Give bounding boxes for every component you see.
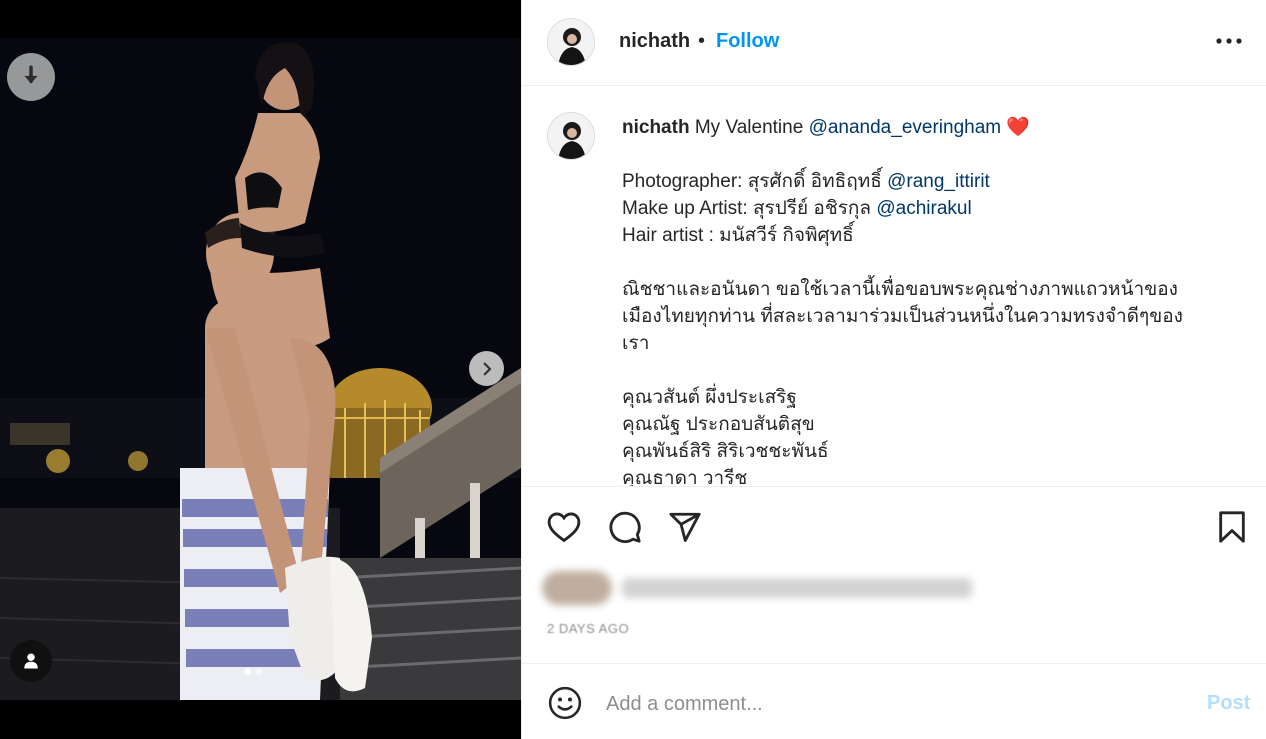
post-photo[interactable] [0,38,521,700]
photo-illustration [0,38,521,700]
credit-text: Photographer: สุรศักดิ์ อิทธิฤทธิ์ [622,171,882,192]
mention-link[interactable]: @rang_ittirit [887,171,990,192]
author-avatar[interactable] [547,18,595,66]
carousel-dot-1 [244,668,251,675]
credit-text: Make up Artist: สุรปรีย์ อชิรกุล [622,198,872,219]
smiley-icon [548,686,582,720]
carousel-indicator [244,668,262,675]
heart-icon [547,512,581,543]
post-media-panel [0,0,521,739]
chevron-right-icon [483,362,491,375]
credit-hair: Hair artist : มนัสวีร์ กิจพิศุทธิ์ [622,225,854,246]
comment-button[interactable] [607,509,643,545]
mention-link[interactable]: @ananda_everingham [809,117,1002,138]
mention-link[interactable]: @achirakul [876,198,971,219]
carousel-next-button[interactable] [469,351,504,386]
emoji-button[interactable] [547,685,583,721]
avatar-image [548,19,594,65]
post-timestamp: 2 DAYS AGO [547,621,630,636]
liker-avatars [542,571,612,605]
red-heart-emoji: ❤️ [1006,117,1031,138]
add-comment-bar: Post [522,663,1266,739]
credit-makeup: Make up Artist: สุรปรีย์ อชิรกุล @achira… [622,195,1232,222]
avatar-image [548,113,594,159]
thanks-name: คุณพันธ์สิริ สิริเวชชะพันธ์ [622,441,829,462]
post-actions-bar [522,488,1266,548]
save-button[interactable] [1214,509,1250,545]
more-options-button[interactable] [1214,28,1244,54]
thanks-line: ณิชชาและอนันดา ขอใช้เวลานี้เพื่อขอบพระคุ… [622,279,1178,300]
carousel-dot-2 [255,668,262,675]
bookmark-icon [1219,511,1245,543]
thanks-name: คุณวสันต์ ผึ่งประเสริฐ [622,387,797,408]
thanks-name: คุณณัฐ ประกอบสันติสุข [622,414,815,435]
comment-input[interactable] [606,689,1166,719]
like-button[interactable] [546,509,582,545]
instagram-post-modal: nichath • Follow nichath My Valentine @a… [0,0,1266,739]
thanks-line: เมืองไทยทุกท่าน ที่สละเวลามาร่วมเป็นส่วน… [622,306,1183,327]
comment-icon [609,511,641,543]
follow-button[interactable]: Follow [716,30,779,53]
caption-avatar[interactable] [547,112,595,160]
download-arrow-icon [24,65,38,84]
thanks-name: คุณธาดา วารีช [622,468,748,487]
likes-summary-blurred [542,566,1002,610]
author-username[interactable]: nichath [619,30,690,53]
share-button[interactable] [667,509,703,545]
caption-username[interactable]: nichath [622,117,690,138]
download-button[interactable] [7,53,55,101]
caption-first-line: nichath My Valentine @ananda_everingham … [622,114,1232,141]
tagged-users-button[interactable] [10,640,52,682]
caption-text: My Valentine [694,117,804,138]
post-comment-button[interactable]: Post [1207,692,1250,715]
share-icon [669,512,701,542]
caption-section: nichath My Valentine @ananda_everingham … [522,87,1266,487]
user-tag-icon [24,653,38,669]
likes-text [622,578,972,598]
more-horizontal-icon [1216,38,1242,44]
post-header: nichath • Follow [522,0,1266,86]
post-side-panel: nichath • Follow nichath My Valentine @a… [521,0,1266,739]
header-separator: • [698,30,706,52]
post-caption: nichath My Valentine @ananda_everingham … [622,114,1232,487]
credit-photographer: Photographer: สุรศักดิ์ อิทธิฤทธิ์ @rang… [622,168,1232,195]
thanks-line: เรา [622,333,650,354]
